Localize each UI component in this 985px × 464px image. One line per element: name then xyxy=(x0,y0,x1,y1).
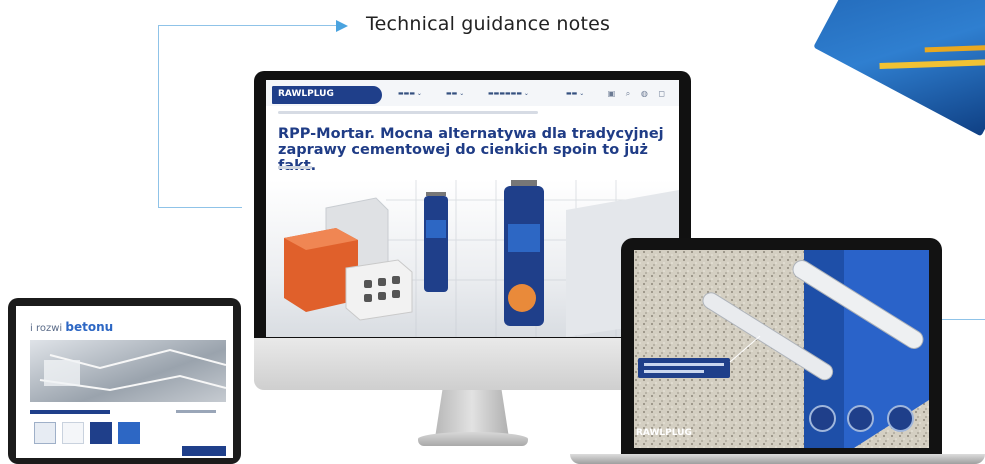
tablet-page-title: i rozwi betonu xyxy=(30,320,114,334)
laptop-logo: RAWLPLUG xyxy=(636,428,692,438)
tablet-section-bar xyxy=(30,410,110,414)
imac-stand-foot xyxy=(418,432,528,446)
imac-stand xyxy=(435,390,509,438)
article-headline: RPP-Mortar. Mocna alternatywa dla tradyc… xyxy=(278,126,664,174)
callout-connector-bottom xyxy=(158,207,242,208)
tablet-screen: i rozwi betonu xyxy=(16,306,233,458)
tablet-hero-image xyxy=(30,340,227,402)
nav-item: ▬▬ ⌄ xyxy=(446,90,465,97)
hero-image xyxy=(266,180,679,337)
callout-connector-vertical xyxy=(158,25,159,208)
tablet-tile-icon[interactable] xyxy=(90,422,112,444)
callout-connector-top xyxy=(158,25,338,26)
tablet-cta-button[interactable] xyxy=(182,446,226,456)
tablet-link[interactable] xyxy=(176,410,216,413)
laptop-nav-button[interactable] xyxy=(847,405,874,432)
tablet-hero-illustration xyxy=(39,348,227,392)
callout-label: Technical guidance notes xyxy=(366,13,611,35)
laptop-nav-button[interactable] xyxy=(887,405,914,432)
site-navbar: RAWLPLUG ▬▬▬ ⌄ ▬▬ ⌄ ▬▬▬▬▬▬ ⌄ ▬▬ ⌄ ▣ ⌕ ◍ … xyxy=(266,80,679,106)
article-date xyxy=(278,166,312,169)
laptop-base xyxy=(570,454,985,464)
tablet-tile-icon[interactable] xyxy=(118,422,140,444)
arrow-right-icon xyxy=(336,20,348,32)
hero-illustration xyxy=(284,180,679,337)
callout-connector-right xyxy=(940,319,985,320)
laptop-hero-illustration xyxy=(634,250,929,448)
tablet-tile-icon[interactable] xyxy=(34,422,56,444)
tablet-tile-icon[interactable] xyxy=(62,422,84,444)
nav-item: ▬▬▬ ⌄ xyxy=(398,90,422,97)
laptop-nav-button[interactable] xyxy=(809,405,836,432)
nav-icons: ▣ ⌕ ◍ ◻ xyxy=(607,89,669,98)
rawlplug-logo: RAWLPLUG xyxy=(272,86,382,104)
imac-screen: RAWLPLUG ▬▬▬ ⌄ ▬▬ ⌄ ▬▬▬▬▬▬ ⌄ ▬▬ ⌄ ▣ ⌕ ◍ … xyxy=(266,80,679,337)
brochure-corner-image xyxy=(813,0,985,137)
nav-item: ▬▬▬▬▬▬ ⌄ xyxy=(488,90,529,97)
nav-item: ▬▬ ⌄ xyxy=(566,90,585,97)
breadcrumb xyxy=(278,111,538,114)
laptop-screen: RAWLPLUG xyxy=(634,250,929,448)
